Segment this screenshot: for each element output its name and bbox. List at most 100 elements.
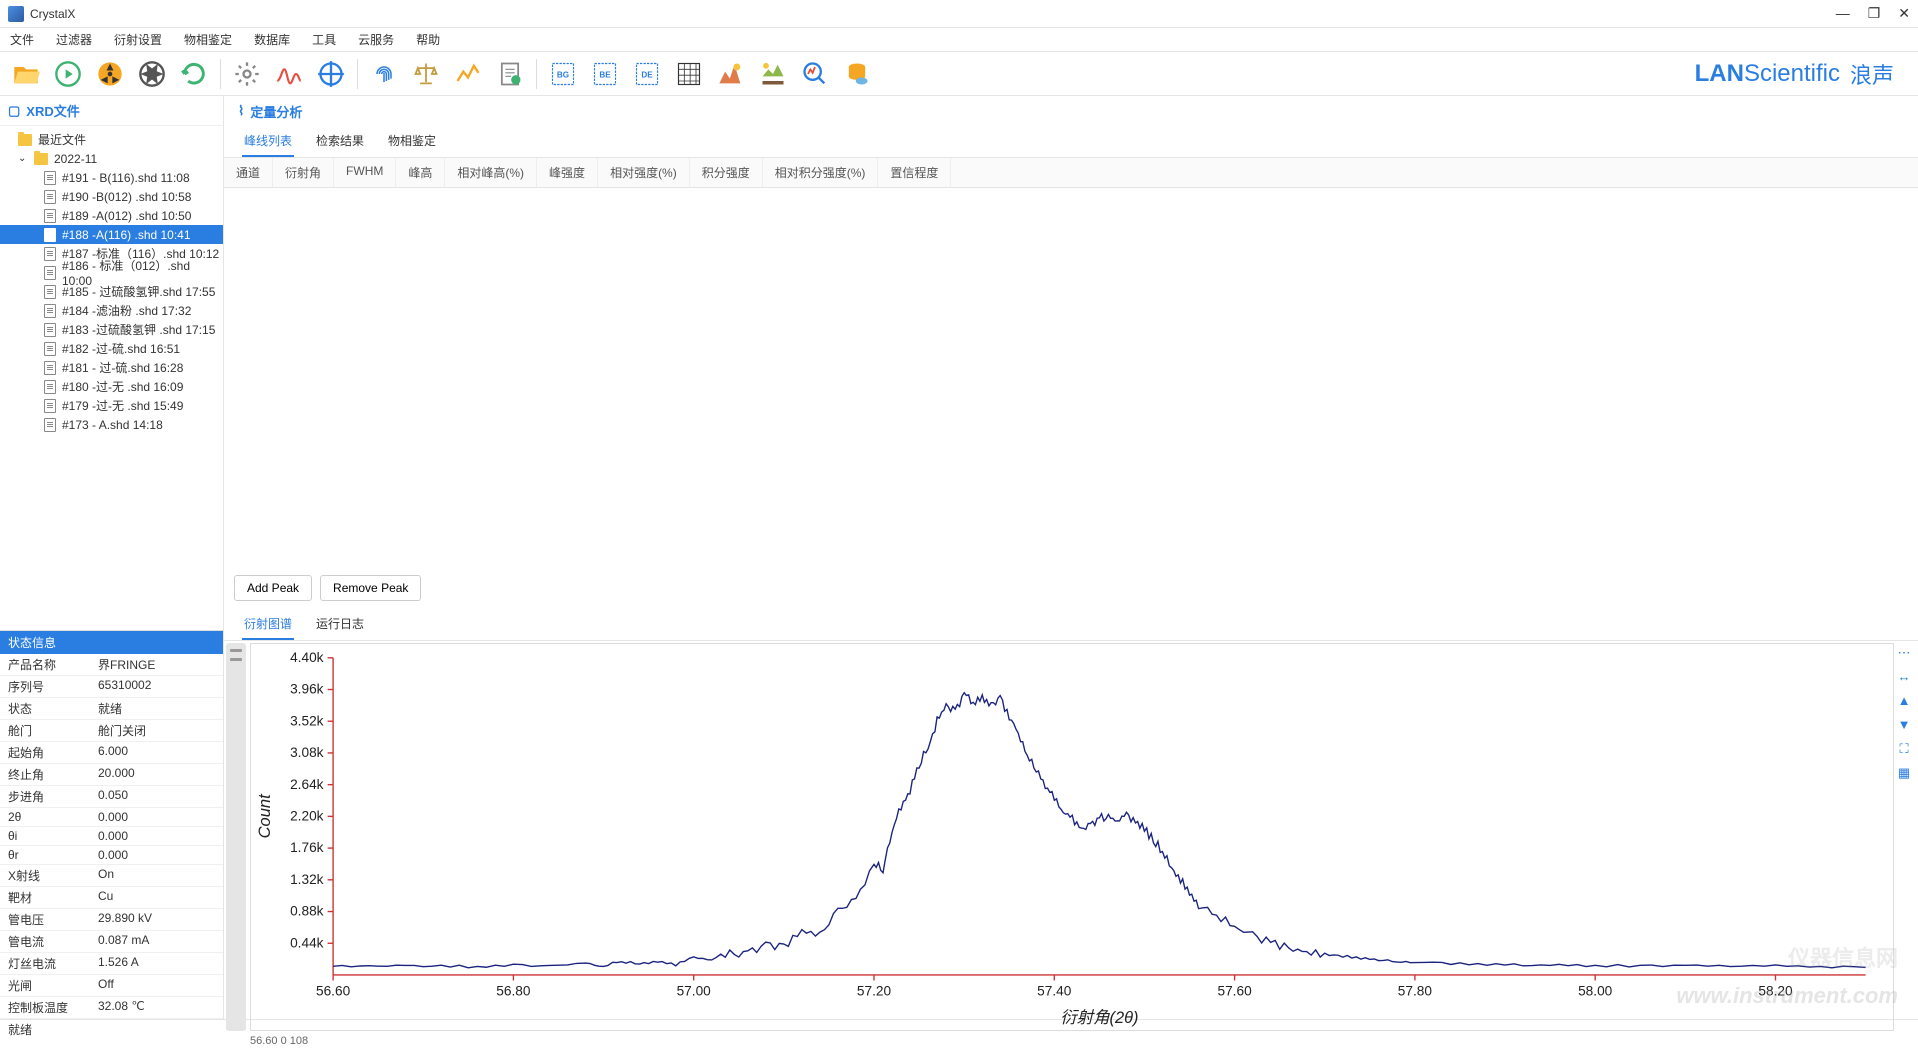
close-button[interactable]: ✕ <box>1898 5 1910 22</box>
menu-过滤器[interactable]: 过滤器 <box>56 31 92 48</box>
status-label: 步进角 <box>0 786 90 808</box>
column-header[interactable]: FWHM <box>334 158 396 187</box>
remove-peak-button[interactable]: Remove Peak <box>320 575 421 601</box>
tab-衍射图谱[interactable]: 衍射图谱 <box>242 609 294 640</box>
app-title: CrystalX <box>30 7 1836 21</box>
tree-file[interactable]: #173 - A.shd 14:18 <box>0 415 223 434</box>
file-tree[interactable]: 最近文件⌄2022-11#191 - B(116).shd 11:08#190 … <box>0 126 223 630</box>
menu-衍射设置[interactable]: 衍射设置 <box>114 31 162 48</box>
svg-text:58.00: 58.00 <box>1578 983 1613 998</box>
menu-帮助[interactable]: 帮助 <box>416 31 440 48</box>
tree-file[interactable]: #179 -过-无 .shd 15:49 <box>0 396 223 415</box>
play-icon[interactable] <box>50 56 86 92</box>
column-header[interactable]: 相对强度(%) <box>598 158 690 187</box>
peaks-icon[interactable] <box>713 56 749 92</box>
grid-toggle-icon[interactable]: ▦ <box>1896 765 1912 781</box>
nav-up-icon[interactable]: ▲ <box>1896 693 1912 709</box>
status-value: Off <box>90 975 223 997</box>
tree-file[interactable]: #188 -A(116) .shd 10:41 <box>0 225 223 244</box>
menu-工具[interactable]: 工具 <box>312 31 336 48</box>
be-icon[interactable]: BE <box>587 56 623 92</box>
svg-text:57.60: 57.60 <box>1217 983 1252 998</box>
bg-icon[interactable]: BG <box>545 56 581 92</box>
status-value: 1.526 A <box>90 953 223 975</box>
chart-v-scrollbar[interactable] <box>226 643 246 1031</box>
tree-file[interactable]: #190 -B(012) .shd 10:58 <box>0 187 223 206</box>
column-header[interactable]: 衍射角 <box>273 158 334 187</box>
tab-物相鉴定[interactable]: 物相鉴定 <box>386 126 438 157</box>
status-value: 舱门关闭 <box>90 720 223 742</box>
status-label: 靶材 <box>0 887 90 909</box>
tree-recent-folder[interactable]: 最近文件 <box>0 130 223 149</box>
status-value: Cu <box>90 887 223 909</box>
spectrum-icon[interactable] <box>271 56 307 92</box>
titlebar: CrystalX — ❐ ✕ <box>0 0 1918 28</box>
database-cloud-icon[interactable] <box>839 56 875 92</box>
column-header[interactable]: 峰高 <box>396 158 445 187</box>
chart-line-icon[interactable] <box>450 56 486 92</box>
gear-icon[interactable] <box>229 56 265 92</box>
status-value: 32.08 ℃ <box>90 997 223 1019</box>
aperture-icon[interactable] <box>134 56 170 92</box>
tree-file[interactable]: #191 - B(116).shd 11:08 <box>0 168 223 187</box>
column-header[interactable]: 积分强度 <box>690 158 763 187</box>
radiation-icon[interactable] <box>92 56 128 92</box>
menu-云服务[interactable]: 云服务 <box>358 31 394 48</box>
fit-width-icon[interactable]: ↔ <box>1896 669 1912 685</box>
tree-file[interactable]: #182 -过-硫.shd 16:51 <box>0 339 223 358</box>
nav-down-icon[interactable]: ▼ <box>1896 717 1912 733</box>
fingerprint-icon[interactable] <box>366 56 402 92</box>
status-header: 状态信息 <box>0 631 223 654</box>
status-label: 状态 <box>0 698 90 720</box>
sidebar-header: ▢ XRD文件 <box>0 96 223 126</box>
minimize-button[interactable]: — <box>1836 5 1850 22</box>
fullscreen-icon[interactable]: ⛶ <box>1896 741 1912 757</box>
de-icon[interactable]: DE <box>629 56 665 92</box>
menu-物相鉴定[interactable]: 物相鉴定 <box>184 31 232 48</box>
tree-file[interactable]: #181 - 过-硫.shd 16:28 <box>0 358 223 377</box>
file-icon <box>44 247 56 261</box>
column-header[interactable]: 置信程度 <box>878 158 951 187</box>
status-panel: 状态信息 产品名称界FRINGE序列号65310002状态就绪舱门舱门关闭起始角… <box>0 630 223 1019</box>
column-header[interactable]: 峰强度 <box>537 158 598 187</box>
chart-canvas[interactable]: 0.44k0.88k1.32k1.76k2.20k2.64k3.08k3.52k… <box>250 643 1894 1031</box>
target-icon[interactable] <box>313 56 349 92</box>
maximize-button[interactable]: ❐ <box>1868 5 1881 22</box>
balance-icon[interactable] <box>408 56 444 92</box>
open-icon[interactable] <box>8 56 44 92</box>
status-value: 0.000 <box>90 808 223 827</box>
tab-峰线列表[interactable]: 峰线列表 <box>242 126 294 157</box>
column-header[interactable]: 相对积分强度(%) <box>763 158 879 187</box>
tab-运行日志[interactable]: 运行日志 <box>314 609 366 640</box>
file-icon <box>44 380 56 394</box>
tree-file[interactable]: #186 - 标准（012）.shd 10:00 <box>0 263 223 282</box>
menu-数据库[interactable]: 数据库 <box>254 31 290 48</box>
grid-icon[interactable] <box>671 56 707 92</box>
tree-date-folder[interactable]: ⌄2022-11 <box>0 149 223 168</box>
menu-文件[interactable]: 文件 <box>10 31 34 48</box>
svg-text:58.20: 58.20 <box>1758 983 1793 998</box>
svg-text:BE: BE <box>599 70 611 79</box>
add-peak-button[interactable]: Add Peak <box>234 575 312 601</box>
column-header[interactable]: 通道 <box>224 158 273 187</box>
right-panel: ⌇ 定量分析 峰线列表检索结果物相鉴定 通道衍射角FWHM峰高相对峰高(%)峰强… <box>224 96 1918 1019</box>
chevron-down-icon[interactable]: ⌄ <box>18 153 28 164</box>
report-icon[interactable] <box>492 56 528 92</box>
tab-检索结果[interactable]: 检索结果 <box>314 126 366 157</box>
status-value: 0.000 <box>90 846 223 865</box>
tree-file[interactable]: #185 - 过硫酸氢钾.shd 17:55 <box>0 282 223 301</box>
menu-icon[interactable]: ⋯ <box>1896 645 1912 661</box>
refresh-icon[interactable] <box>176 56 212 92</box>
column-header[interactable]: 相对峰高(%) <box>445 158 537 187</box>
file-icon <box>44 399 56 413</box>
tree-file[interactable]: #180 -过-无 .shd 16:09 <box>0 377 223 396</box>
tree-file[interactable]: #183 -过硫酸氢钾 .shd 17:15 <box>0 320 223 339</box>
tree-file[interactable]: #184 -滤油粉 .shd 17:32 <box>0 301 223 320</box>
status-label: 灯丝电流 <box>0 953 90 975</box>
tree-file[interactable]: #189 -A(012) .shd 10:50 <box>0 206 223 225</box>
status-value: 6.000 <box>90 742 223 764</box>
search-analysis-icon[interactable] <box>797 56 833 92</box>
status-value: 29.890 kV <box>90 909 223 931</box>
layers-icon[interactable] <box>755 56 791 92</box>
status-label: 控制板温度 <box>0 997 90 1019</box>
